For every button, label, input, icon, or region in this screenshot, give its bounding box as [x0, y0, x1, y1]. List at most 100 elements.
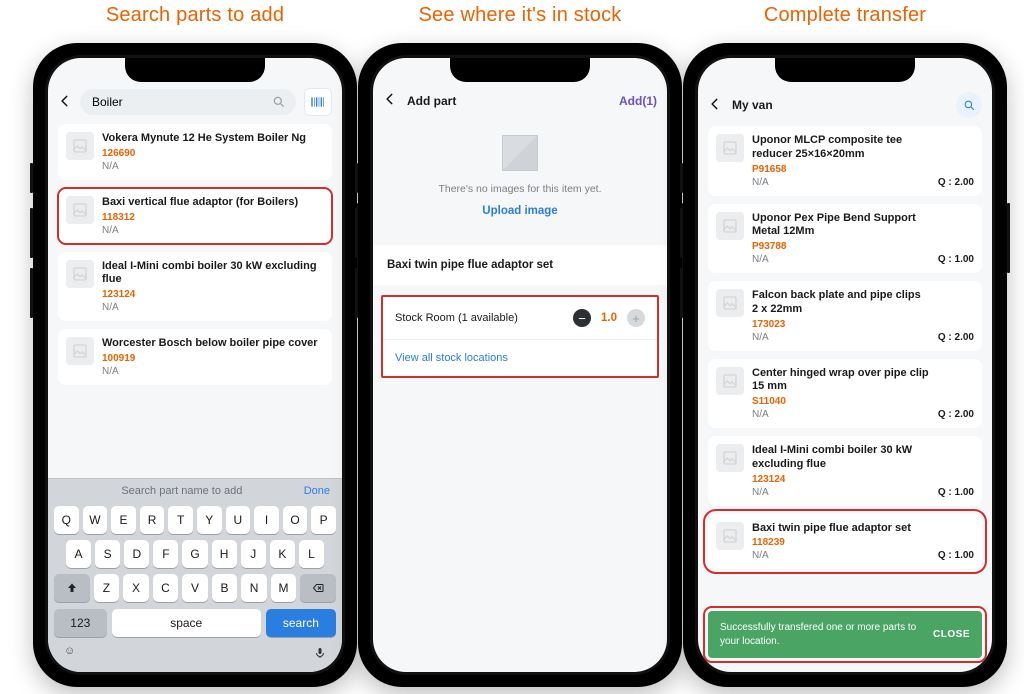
key[interactable]: D: [124, 540, 149, 568]
view-all-locations-link[interactable]: View all stock locations: [383, 339, 657, 376]
mic-key[interactable]: [314, 645, 326, 664]
qty-minus-button[interactable]: −: [573, 309, 591, 327]
part-sku: 118239: [752, 537, 930, 548]
key[interactable]: F: [153, 540, 178, 568]
no-image-text: There's no images for this item yet.: [383, 183, 657, 195]
part-name: Ideal I-Mini combi boiler 30 kW excludin…: [102, 260, 324, 288]
part-na: N/A: [752, 487, 930, 498]
key[interactable]: R: [140, 506, 165, 534]
key[interactable]: Y: [197, 506, 222, 534]
key[interactable]: G: [182, 540, 207, 568]
part-na: N/A: [752, 177, 930, 188]
success-toast: Successfully transfered one or more part…: [708, 611, 982, 658]
back-button[interactable]: [383, 92, 397, 109]
part-name: Uponor Pex Pipe Bend Support Metal 12Mm: [752, 212, 930, 240]
part-row[interactable]: Falcon back plate and pipe clips 2 x 22m…: [708, 281, 982, 351]
part-name: Falcon back plate and pipe clips 2 x 22m…: [752, 289, 930, 317]
caption-transfer: Complete transfer: [764, 4, 926, 27]
part-row[interactable]: Vokera Mynute 12 He System Boiler Ng 126…: [58, 124, 332, 180]
part-row[interactable]: Ideal I-Mini combi boiler 30 kW excludin…: [708, 436, 982, 506]
search-key[interactable]: search: [266, 609, 336, 637]
key[interactable]: L: [299, 540, 324, 568]
part-na: N/A: [102, 225, 324, 236]
part-row[interactable]: Baxi twin pipe flue adaptor set118239 N/A…: [708, 514, 982, 570]
part-sku: 126690: [102, 148, 324, 159]
part-name: Baxi twin pipe flue adaptor set: [752, 522, 930, 536]
part-na: N/A: [752, 550, 930, 561]
key[interactable]: N: [241, 574, 267, 602]
part-name: Uponor MLCP composite tee reducer 25×16×…: [752, 134, 930, 162]
key[interactable]: E: [111, 506, 136, 534]
search-button[interactable]: [956, 92, 982, 118]
part-sku: 118312: [102, 212, 324, 223]
key[interactable]: S: [95, 540, 120, 568]
part-na: N/A: [752, 254, 930, 265]
part-sku: 173023: [752, 319, 930, 330]
back-button[interactable]: [708, 97, 722, 114]
key[interactable]: Z: [94, 574, 120, 602]
toast-message: Successfully transfered one or more part…: [720, 621, 923, 648]
shift-key[interactable]: [54, 574, 90, 602]
part-row[interactable]: Center hinged wrap over pipe clip 15 mmS…: [708, 359, 982, 429]
image-placeholder-icon: [716, 444, 744, 472]
key[interactable]: J: [241, 540, 266, 568]
part-na: N/A: [102, 366, 324, 377]
key[interactable]: P: [311, 506, 336, 534]
image-placeholder-icon: [66, 132, 94, 160]
part-qty: Q : 1.00: [938, 212, 974, 266]
upload-image-link[interactable]: Upload image: [482, 205, 557, 217]
keyboard-done-button[interactable]: Done: [304, 485, 330, 497]
part-na: N/A: [752, 332, 930, 343]
key[interactable]: B: [212, 574, 238, 602]
image-placeholder-icon: [716, 212, 744, 240]
part-row[interactable]: Ideal I-Mini combi boiler 30 kW excludin…: [58, 252, 332, 322]
barcode-icon: [310, 96, 326, 108]
barcode-scan-button[interactable]: [304, 88, 332, 116]
part-title: Baxi twin pipe flue adaptor set: [373, 245, 667, 285]
page-title: Add part: [407, 94, 456, 108]
qty-plus-button[interactable]: +: [627, 309, 645, 327]
key[interactable]: T: [168, 506, 193, 534]
part-na: N/A: [102, 161, 324, 172]
back-button[interactable]: [58, 94, 72, 111]
ios-keyboard[interactable]: Search part name to add Done Q W E R T Y…: [48, 478, 342, 672]
key[interactable]: A: [66, 540, 91, 568]
keyboard-hint: Search part name to add: [60, 485, 304, 497]
emoji-key[interactable]: ☺: [64, 645, 75, 664]
search-field[interactable]: [80, 89, 296, 115]
part-row[interactable]: Baxi vertical flue adaptor (for Boilers)…: [58, 188, 332, 244]
toast-close-button[interactable]: CLOSE: [933, 629, 970, 640]
key[interactable]: C: [153, 574, 179, 602]
part-name: Center hinged wrap over pipe clip 15 mm: [752, 367, 930, 395]
key[interactable]: U: [226, 506, 251, 534]
qty-value: 1.0: [599, 312, 619, 324]
key[interactable]: H: [212, 540, 237, 568]
image-placeholder-icon: [716, 367, 744, 395]
backspace-key[interactable]: [300, 574, 336, 602]
part-na: N/A: [752, 409, 930, 420]
caption-search: Search parts to add: [106, 4, 284, 27]
part-qty: Q : 1.00: [938, 522, 974, 562]
key[interactable]: Q: [54, 506, 79, 534]
numbers-key[interactable]: 123: [54, 609, 107, 637]
add-button[interactable]: Add(1): [619, 94, 657, 108]
part-row[interactable]: Worcester Bosch below boiler pipe cover …: [58, 329, 332, 385]
image-placeholder-icon: [66, 337, 94, 365]
part-row[interactable]: Uponor Pex Pipe Bend Support Metal 12MmP…: [708, 204, 982, 274]
key[interactable]: M: [271, 574, 297, 602]
key[interactable]: O: [283, 506, 308, 534]
search-input[interactable]: [90, 94, 272, 110]
key[interactable]: W: [83, 506, 108, 534]
part-qty: Q : 2.00: [938, 367, 974, 421]
caption-stock: See where it's in stock: [419, 4, 622, 27]
image-placeholder-icon: [716, 522, 744, 550]
part-sku: P93788: [752, 241, 930, 252]
key[interactable]: K: [270, 540, 295, 568]
key[interactable]: X: [123, 574, 149, 602]
key[interactable]: I: [254, 506, 279, 534]
space-key[interactable]: space: [112, 609, 261, 637]
part-row[interactable]: Uponor MLCP composite tee reducer 25×16×…: [708, 126, 982, 196]
part-qty: Q : 2.00: [938, 289, 974, 343]
search-icon: [272, 95, 286, 109]
key[interactable]: V: [182, 574, 208, 602]
